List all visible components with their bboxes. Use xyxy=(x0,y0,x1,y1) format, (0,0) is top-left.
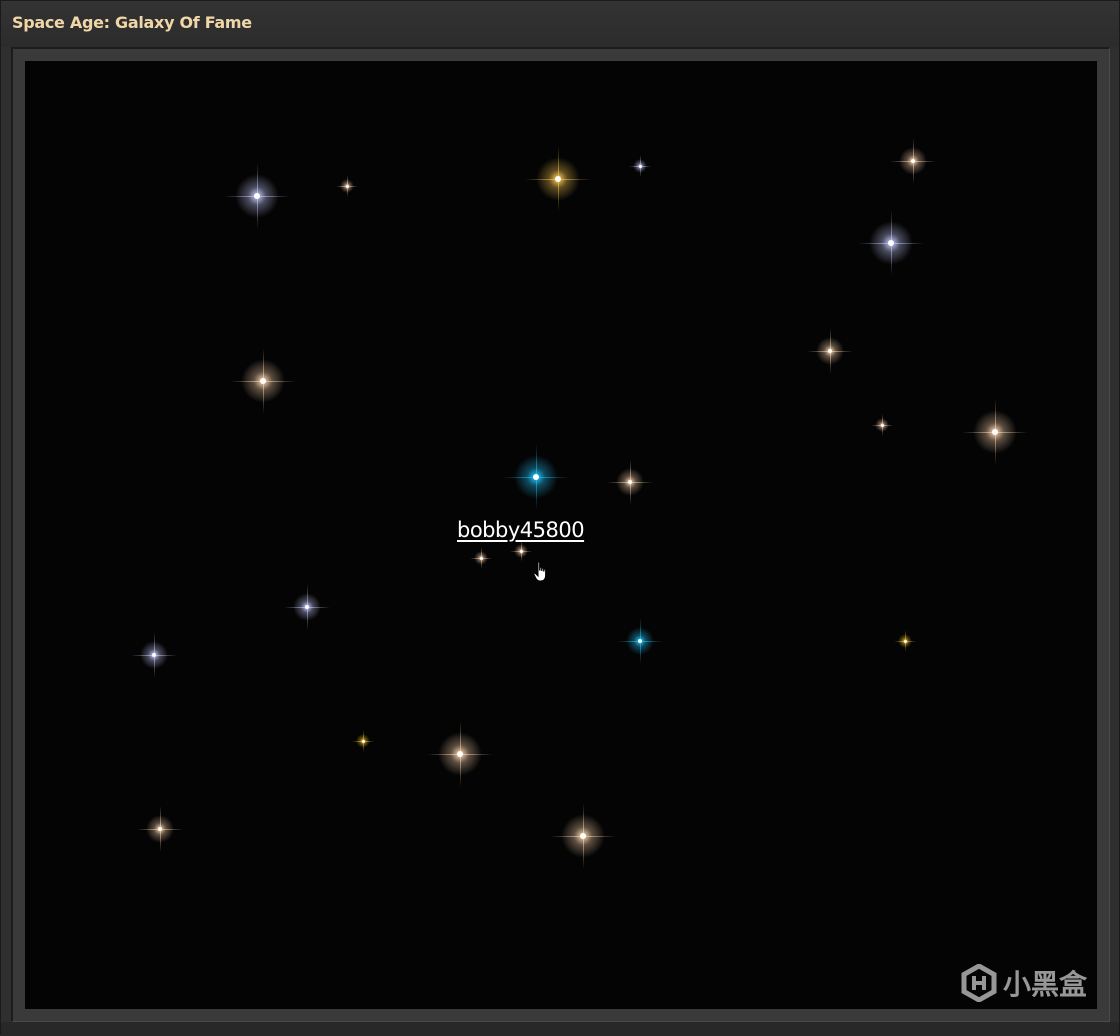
watermark: 小黑盒 xyxy=(961,963,1087,1003)
star-core xyxy=(911,159,915,163)
title-bar: Space Age: Galaxy Of Fame xyxy=(1,1,1119,47)
star-core xyxy=(533,474,539,480)
star-core xyxy=(628,480,632,484)
star-core xyxy=(638,164,642,168)
star-core xyxy=(254,193,260,199)
star-core xyxy=(828,349,832,353)
star-core xyxy=(888,240,894,246)
star-core xyxy=(361,739,365,743)
game-window: Space Age: Galaxy Of Fame bobby45800 小黑盒 xyxy=(0,0,1120,1036)
star-core xyxy=(479,556,483,560)
star-core xyxy=(555,176,561,182)
watermark-text: 小黑盒 xyxy=(1002,968,1087,1001)
star-core xyxy=(158,827,162,831)
hand-cursor-icon xyxy=(533,561,547,582)
window-title: Space Age: Galaxy Of Fame xyxy=(12,13,252,32)
bottom-strip xyxy=(1,1022,1119,1036)
star-core xyxy=(305,605,309,609)
star-core xyxy=(345,184,349,188)
heybox-logo-icon xyxy=(961,964,997,1002)
galaxy-map[interactable]: bobby45800 小黑盒 xyxy=(25,61,1097,1009)
star-core xyxy=(152,653,156,657)
star-core xyxy=(903,639,907,643)
star-core xyxy=(260,378,266,384)
star-core xyxy=(992,429,998,435)
star-core xyxy=(580,833,586,839)
star-core xyxy=(880,423,884,427)
star-core xyxy=(519,549,523,553)
player-name-link[interactable]: bobby45800 xyxy=(457,518,585,542)
star-core xyxy=(457,751,463,757)
star-core xyxy=(638,639,642,643)
